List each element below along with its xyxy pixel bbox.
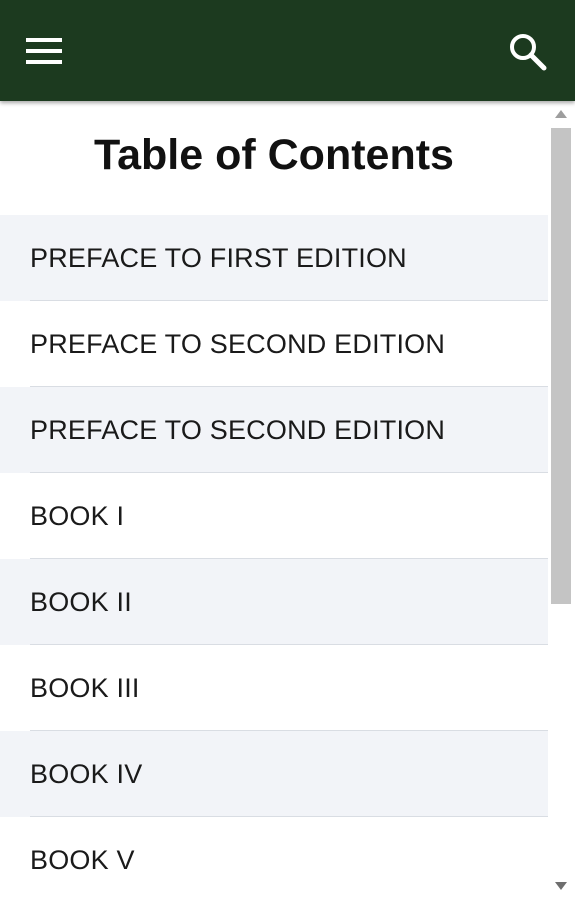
toc-item-label: PREFACE TO FIRST EDITION [30,243,407,273]
vertical-scrollbar[interactable] [548,101,575,900]
toc-item-label: PREFACE TO SECOND EDITION [30,415,446,445]
search-icon [510,34,547,71]
toc-item-book-2[interactable]: BOOK II [0,559,548,645]
scroll-down-arrow-icon[interactable] [555,882,567,890]
hamburger-menu-icon [26,38,62,64]
scroll-up-arrow-icon[interactable] [555,110,567,118]
search-button[interactable] [506,30,550,74]
toc-item-label: BOOK IV [30,759,143,789]
menu-button[interactable] [22,32,68,70]
toc-item-book-3[interactable]: BOOK III [0,645,548,731]
toc-content: Table of Contents PREFACE TO FIRST EDITI… [0,101,548,900]
app-screen: Table of Contents PREFACE TO FIRST EDITI… [0,0,575,900]
app-bar [0,0,575,101]
page-title: Table of Contents [94,131,454,179]
toc-list: PREFACE TO FIRST EDITION PREFACE TO SECO… [0,215,548,900]
toc-item-preface-second-edition-2[interactable]: PREFACE TO SECOND EDITION [0,387,548,473]
toc-item-book-5[interactable]: BOOK V [0,817,548,900]
toc-item-preface-first-edition[interactable]: PREFACE TO FIRST EDITION [0,215,548,301]
toc-item-label: BOOK III [30,673,140,703]
toc-item-label: PREFACE TO SECOND EDITION [30,329,446,359]
toc-item-book-1[interactable]: BOOK I [0,473,548,559]
toc-item-label: BOOK V [30,845,135,875]
toc-item-preface-second-edition[interactable]: PREFACE TO SECOND EDITION [0,301,548,387]
toc-item-book-4[interactable]: BOOK IV [0,731,548,817]
toc-item-label: BOOK I [30,501,125,531]
toc-item-label: BOOK II [30,587,132,617]
scrollbar-thumb[interactable] [551,128,571,604]
